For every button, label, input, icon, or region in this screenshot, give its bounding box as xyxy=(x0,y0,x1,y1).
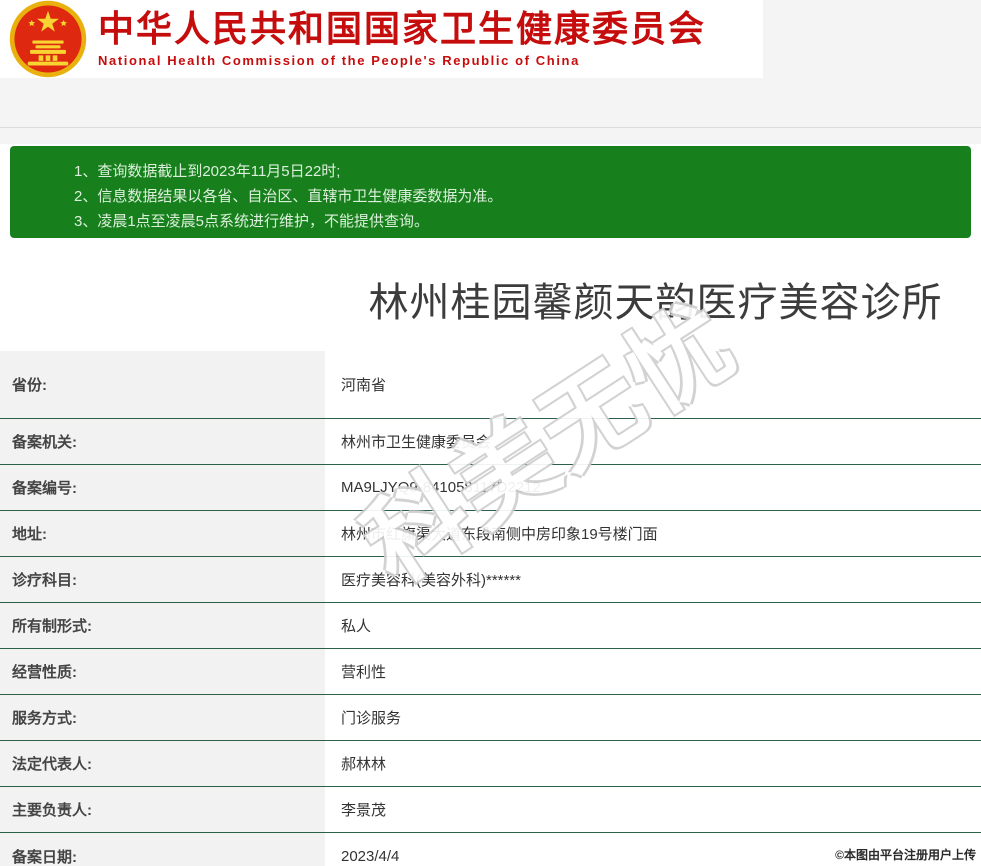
field-value: MA9LJYQ9-841058117D2212 xyxy=(325,465,981,510)
table-row-treatment-subjects: 诊疗科目: 医疗美容科(美容外科)****** xyxy=(0,557,981,603)
query-notice-box: 1、查询数据截止到2023年11月5日22时; 2、信息数据结果以各省、自治区、… xyxy=(10,146,971,238)
field-value: 李景茂 xyxy=(325,787,981,832)
field-value: 私人 xyxy=(325,603,981,648)
table-row-filing-number: 备案编号: MA9LJYQ9-841058117D2212 xyxy=(0,465,981,511)
site-header-banner: 中华人民共和国国家卫生健康委员会 National Health Commiss… xyxy=(0,0,763,78)
notice-item: 2、信息数据结果以各省、自治区、直辖市卫生健康委数据为准。 xyxy=(74,188,503,205)
site-title-english: National Health Commission of the People… xyxy=(98,52,580,68)
table-row-operation-nature: 经营性质: 营利性 xyxy=(0,649,981,695)
field-value: 林州市卫生健康委员会 xyxy=(325,419,981,464)
top-band: 中华人民共和国国家卫生健康委员会 National Health Commiss… xyxy=(0,0,981,144)
notice-item: 3、凌晨1点至凌晨5点系统进行维护，不能提供查询。 xyxy=(74,213,430,230)
field-value: 郝林林 xyxy=(325,741,981,786)
field-label: 法定代表人: xyxy=(0,741,325,786)
field-value: 河南省 xyxy=(325,351,981,418)
field-value: 门诊服务 xyxy=(325,695,981,740)
site-title-chinese: 中华人民共和国国家卫生健康委员会 xyxy=(98,8,707,50)
table-row-ownership-form: 所有制形式: 私人 xyxy=(0,603,981,649)
field-label: 备案机关: xyxy=(0,419,325,464)
record-title-section: 林州桂园馨颜天韵医疗美容诊所 xyxy=(0,238,981,351)
table-row-filing-authority: 备案机关: 林州市卫生健康委员会 xyxy=(0,419,981,465)
field-label: 服务方式: xyxy=(0,695,325,740)
horizontal-divider xyxy=(0,127,981,128)
field-label: 备案日期: xyxy=(0,833,325,866)
field-label: 备案编号: xyxy=(0,465,325,510)
table-row-legal-representative: 法定代表人: 郝林林 xyxy=(0,741,981,787)
field-label: 省份: xyxy=(0,351,325,418)
field-value: 林州市红旗渠大道东段南侧中房印象19号楼门面 xyxy=(325,511,981,556)
upload-attribution-note: ©本图由平台注册用户上传 xyxy=(835,848,976,862)
field-label: 诊疗科目: xyxy=(0,557,325,602)
field-label: 地址: xyxy=(0,511,325,556)
institution-name-title: 林州桂园馨颜天韵医疗美容诊所 xyxy=(368,281,943,325)
notice-item: 1、查询数据截止到2023年11月5日22时; xyxy=(74,163,341,180)
field-value: 医疗美容科(美容外科)****** xyxy=(325,557,981,602)
table-row-address: 地址: 林州市红旗渠大道东段南侧中房印象19号楼门面 xyxy=(0,511,981,557)
field-value: 营利性 xyxy=(325,649,981,694)
table-row-province: 省份: 河南省 xyxy=(0,351,981,419)
table-row-service-mode: 服务方式: 门诊服务 xyxy=(0,695,981,741)
field-label: 所有制形式: xyxy=(0,603,325,648)
table-row-principal: 主要负责人: 李景茂 xyxy=(0,787,981,833)
china-national-emblem-icon xyxy=(4,0,92,78)
field-label: 经营性质: xyxy=(0,649,325,694)
field-label: 主要负责人: xyxy=(0,787,325,832)
table-row-filing-date: 备案日期: 2023/4/4 xyxy=(0,833,981,866)
filing-info-table: 省份: 河南省 备案机关: 林州市卫生健康委员会 备案编号: MA9LJYQ9-… xyxy=(0,351,981,866)
banner-titles: 中华人民共和国国家卫生健康委员会 National Health Commiss… xyxy=(98,10,706,68)
